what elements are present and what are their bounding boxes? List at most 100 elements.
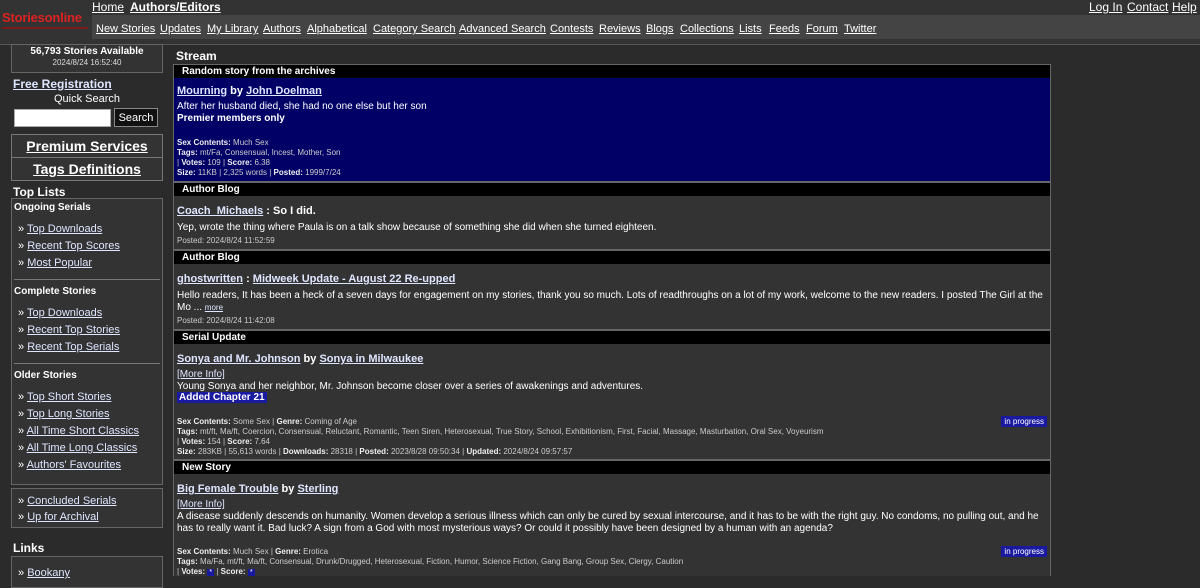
nav-authors[interactable]: Authors xyxy=(263,23,301,35)
main-nav: New Stories Updates My Library Authors A… xyxy=(92,15,1200,39)
complete-recent-top-serials-link[interactable]: Recent Top Serials xyxy=(27,341,119,353)
nav-login[interactable]: Log In xyxy=(1089,0,1122,14)
concluded-serials-link[interactable]: Concluded Serials xyxy=(27,495,116,507)
nav-alphabetical[interactable]: Alphabetical xyxy=(307,23,367,35)
nav-contact[interactable]: Contact xyxy=(1127,0,1168,14)
size-value: 283KB xyxy=(197,447,222,456)
tags-label: Tags: xyxy=(177,148,198,157)
older-top-long-stories-link[interactable]: Top Long Stories xyxy=(27,408,110,420)
top-bar: Storiesonline Home Authors/Editors Log I… xyxy=(0,0,1200,45)
tags-line: Tags: Ma/Fa, mt/ft, Ma/ft, Consensual, D… xyxy=(177,557,683,566)
nav-forum[interactable]: Forum xyxy=(806,23,838,35)
blog-title: So I did. xyxy=(273,205,316,217)
nav-collections[interactable]: Collections xyxy=(680,23,734,35)
search-button[interactable]: Search xyxy=(114,108,158,127)
list-item: » All Time Short Classics xyxy=(18,425,140,437)
blog-posted: Posted: 2024/8/24 11:42:08 xyxy=(177,316,275,325)
nav-my-library[interactable]: My Library xyxy=(207,23,258,35)
size-label: Size: xyxy=(177,447,196,456)
ongoing-serials-heading: Ongoing Serials xyxy=(14,202,91,213)
divider xyxy=(14,363,160,364)
card-header-label: Random story from the archives xyxy=(182,66,336,77)
votes-line: | Votes: 109 | Score: 6.38 xyxy=(177,158,271,167)
story-title-link[interactable]: Mourning xyxy=(177,85,227,97)
list-item: » Recent Top Serials xyxy=(18,341,120,353)
score-label: Score: xyxy=(227,437,253,446)
nav-contests[interactable]: Contests xyxy=(550,23,593,35)
blog-title-link[interactable]: Midweek Update - August 22 Re-upped xyxy=(253,273,456,285)
sex-contents-line: Sex Contents: Some Sex | Genre: Coming o… xyxy=(177,417,357,426)
posted-value: 2023/8/28 09:50:34 xyxy=(390,447,460,456)
premier-note: Premier members only xyxy=(177,113,285,124)
older-long-classics-link[interactable]: All Time Long Classics xyxy=(27,442,138,454)
blog-body: Hello readers, It has been a heck of a s… xyxy=(177,290,1047,314)
card-header-label: Serial Update xyxy=(182,332,246,343)
nav-advanced-search[interactable]: Advanced Search xyxy=(459,23,546,35)
bookany-link[interactable]: Bookany xyxy=(27,567,70,579)
more-info-link[interactable]: [More Info] xyxy=(177,369,225,380)
stream-card-new-story: New Story Big Female Trouble by Sterling… xyxy=(173,460,1051,576)
author-link[interactable]: John Doelman xyxy=(246,85,322,97)
tags-value: mt/ft, Ma/ft, Coercion, Consensual, Relu… xyxy=(199,427,824,436)
older-top-short-stories-link[interactable]: Top Short Stories xyxy=(27,391,111,403)
older-short-classics-link[interactable]: All Time Short Classics xyxy=(27,425,139,437)
sex-contents-line: Sex Contents: Much Sex | Genre: Erotica xyxy=(177,547,329,556)
blog-author-link[interactable]: Coach_Michaels xyxy=(177,205,263,217)
tags-line: Tags: mt/Fa, Consensual, Incest, Mother,… xyxy=(177,148,341,157)
stream-card-serial-update: Serial Update Sonya and Mr. Johnson by S… xyxy=(173,330,1051,460)
tags-definitions-button[interactable]: Tags Definitions xyxy=(11,157,163,181)
ongoing-top-downloads-link[interactable]: Top Downloads xyxy=(27,223,102,235)
nav-blogs[interactable]: Blogs xyxy=(646,23,674,35)
votes-label: Votes: xyxy=(181,158,206,167)
premium-services-button[interactable]: Premium Services xyxy=(11,134,163,158)
nav-help[interactable]: Help xyxy=(1172,0,1197,14)
author-link[interactable]: Sterling xyxy=(297,483,338,495)
free-registration-link[interactable]: Free Registration xyxy=(13,77,112,91)
separator: : xyxy=(246,273,250,285)
by-label: by xyxy=(303,353,317,365)
ongoing-recent-top-scores-link[interactable]: Recent Top Scores xyxy=(27,240,120,252)
nav-authors-editors[interactable]: Authors/Editors xyxy=(130,0,221,14)
nav-lists[interactable]: Lists xyxy=(739,23,762,35)
by-label: by xyxy=(281,483,295,495)
story-title-link[interactable]: Sonya and Mr. Johnson xyxy=(177,353,300,365)
top-lists-heading: Top Lists xyxy=(13,185,66,199)
posted-value: 1999/7/24 xyxy=(305,168,341,177)
logo-underline xyxy=(2,27,88,29)
list-item: » Recent Top Stories xyxy=(18,324,120,336)
stats-box: 56,793 Stories Available 2024/8/24 16:52… xyxy=(11,44,163,73)
sex-contents-label: Sex Contents: xyxy=(177,417,231,426)
blog-author-link[interactable]: ghostwritten xyxy=(177,273,243,285)
votes-value: 109 xyxy=(207,158,221,167)
tags-label: Tags: xyxy=(177,557,198,566)
stats-timestamp: 2024/8/24 16:52:40 xyxy=(52,58,122,67)
author-link[interactable]: Sonya in Milwaukee xyxy=(319,353,423,365)
card-header: New Story xyxy=(174,461,1050,474)
ongoing-most-popular-link[interactable]: Most Popular xyxy=(27,257,92,269)
blog-posted: Posted: 2024/8/24 11:52:59 xyxy=(177,236,275,245)
complete-recent-top-stories-link[interactable]: Recent Top Stories xyxy=(27,324,120,336)
more-info-link[interactable]: [More Info] xyxy=(177,499,225,510)
nav-category-search[interactable]: Category Search xyxy=(373,23,456,35)
quick-search-input[interactable] xyxy=(14,109,111,127)
nav-new-stories[interactable]: New Stories xyxy=(96,23,155,35)
site-logo[interactable]: Storiesonline xyxy=(2,10,82,25)
up-for-archival-link[interactable]: Up for Archival xyxy=(27,511,99,523)
nav-twitter[interactable]: Twitter xyxy=(844,23,876,35)
nav-updates[interactable]: Updates xyxy=(160,23,201,35)
nav-reviews[interactable]: Reviews xyxy=(599,23,641,35)
story-title-line: Sonya and Mr. Johnson by Sonya in Milwau… xyxy=(177,353,423,365)
nav-feeds[interactable]: Feeds xyxy=(769,23,800,35)
nav-home[interactable]: Home xyxy=(92,0,124,14)
more-link[interactable]: more xyxy=(205,303,223,312)
complete-top-downloads-link[interactable]: Top Downloads xyxy=(27,307,102,319)
genre-value: Erotica xyxy=(303,547,329,556)
card-header: Serial Update xyxy=(174,331,1050,344)
older-authors-favourites-link[interactable]: Authors' Favourites xyxy=(27,459,121,471)
list-item: » Top Downloads xyxy=(18,223,103,235)
story-title-link[interactable]: Big Female Trouble xyxy=(177,483,278,495)
score-value: 6.38 xyxy=(254,158,271,167)
card-header-label: Author Blog xyxy=(182,252,240,263)
stream-card-author-blog: Author Blog Coach_Michaels : So I did. Y… xyxy=(173,182,1051,250)
top-lists-box: Ongoing Serials » Top Downloads » Recent… xyxy=(11,198,163,485)
